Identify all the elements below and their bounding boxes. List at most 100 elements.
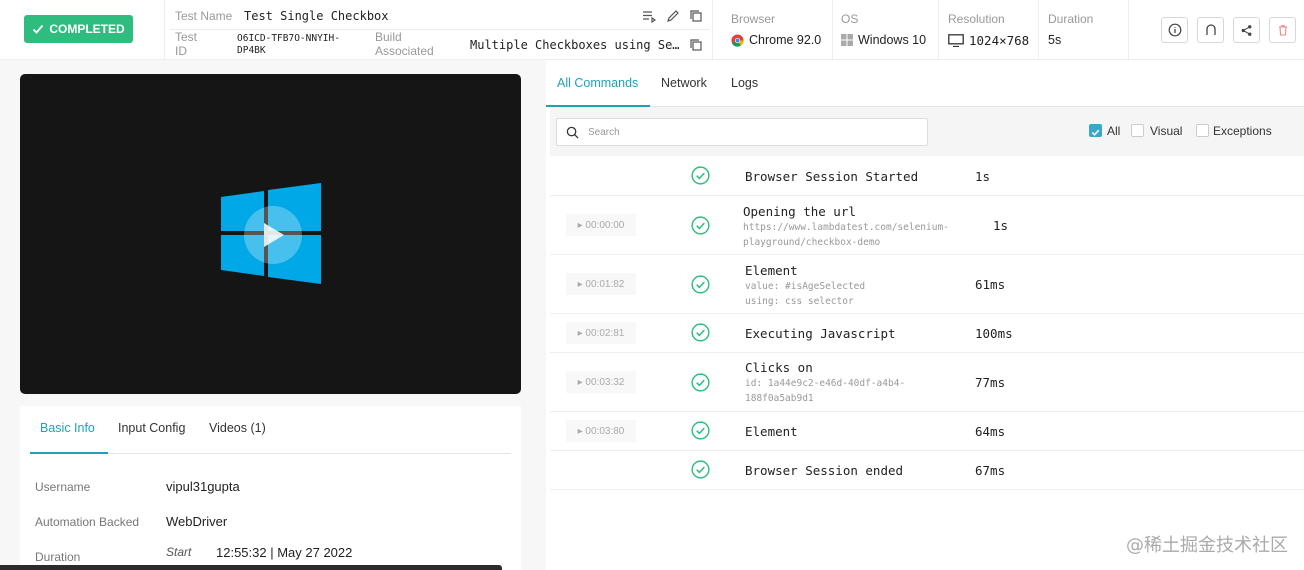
delete-button[interactable] <box>1269 17 1296 43</box>
username-label: Username <box>35 480 91 494</box>
test-id-label: Test ID <box>175 30 198 58</box>
tab-network[interactable]: Network <box>661 76 707 90</box>
filter-all-label: All <box>1107 124 1121 138</box>
tab-videos[interactable]: Videos (1) <box>209 421 266 435</box>
browser-info: Browser Chrome 92.0 <box>713 0 832 60</box>
edit-list-icon[interactable] <box>642 9 656 23</box>
command-row[interactable]: ▸ 00:03:80 Element 64ms <box>550 412 1304 451</box>
tab-logs[interactable]: Logs <box>731 76 758 90</box>
command-title: Opening the url <box>743 204 856 219</box>
automation-label: Automation Backed <box>35 515 140 529</box>
command-duration: 61ms <box>975 277 1006 292</box>
success-check-icon <box>691 216 710 235</box>
resolution-info: Resolution 1024×768 <box>930 0 1038 60</box>
timestamp-button[interactable]: ▸ 00:03:80 <box>566 420 636 442</box>
start-label: Start <box>166 545 192 559</box>
command-detail: id: 1a44e9c2-e46d-40df-a4b4- 188f0a5ab9d… <box>745 378 906 404</box>
command-row[interactable]: ▸ 00:01:82 Element value: #isAgeSelected… <box>550 255 1304 314</box>
test-name-value: Test Single Checkbox <box>244 9 389 23</box>
monitor-icon <box>948 34 964 47</box>
command-detail: https://www.lambdatest.com/selenium- pla… <box>743 222 949 248</box>
watermark: @稀土掘金技术社区 <box>1126 535 1288 556</box>
command-duration: 1s <box>993 218 1009 233</box>
duration-label: Duration <box>1048 12 1094 26</box>
filter-all-checkbox[interactable] <box>1089 124 1102 137</box>
test-id-value: O6ICD-TFB7O-NNYIH- DP4BK <box>237 33 340 56</box>
play-button[interactable] <box>244 206 302 264</box>
timestamp-button[interactable]: ▸ 00:00:00 <box>566 214 636 236</box>
success-check-icon <box>691 275 710 294</box>
share-icon <box>1241 24 1252 36</box>
command-detail: value: #isAgeSelected using: css selecto… <box>745 281 866 307</box>
command-duration: 77ms <box>975 375 1006 390</box>
tab-basic-info[interactable]: Basic Info <box>40 421 95 435</box>
start-value: 12:55:32 | May 27 2022 <box>216 545 353 560</box>
build-value[interactable]: Multiple Checkboxes using Se… <box>470 38 680 52</box>
active-tab-indicator <box>30 452 108 454</box>
check-icon <box>33 24 44 34</box>
filter-visual-label: Visual <box>1150 124 1183 138</box>
search-placeholder: Search <box>588 127 620 138</box>
play-icon <box>264 223 284 247</box>
username-value: vipul31gupta <box>166 479 240 494</box>
video-player[interactable] <box>20 74 521 394</box>
filter-exceptions-checkbox[interactable] <box>1196 124 1209 137</box>
command-duration: 100ms <box>975 326 1013 341</box>
command-row[interactable]: ▸ 00:02:81 Executing Javascript 100ms <box>550 314 1304 353</box>
tab-all-commands[interactable]: All Commands <box>557 76 638 90</box>
info-panel: Basic Info Input Config Videos (1) Usern… <box>20 406 521 570</box>
browser-value: Chrome 92.0 <box>749 33 822 47</box>
success-check-icon <box>691 323 710 342</box>
windows-icon <box>841 34 853 46</box>
horizontal-scrollbar[interactable] <box>0 565 502 570</box>
command-row[interactable]: Browser Session ended 67ms <box>550 451 1304 490</box>
info-tabs: Basic Info Input Config Videos (1) <box>30 406 511 454</box>
search-input[interactable]: Search <box>556 118 928 146</box>
filter-bar: Search All Visual Exceptions <box>550 107 1304 156</box>
os-info: OS Windows 10 <box>823 0 938 60</box>
success-check-icon <box>691 460 710 479</box>
success-check-icon <box>691 373 710 392</box>
command-duration: 64ms <box>975 424 1006 439</box>
duration-info: Duration 5s <box>1030 0 1128 60</box>
duration-value: 5s <box>1048 33 1062 47</box>
command-title: Executing Javascript <box>745 326 896 341</box>
right-panel: All Commands Network Logs Search All Vis… <box>546 60 1304 570</box>
resolution-label: Resolution <box>948 12 1005 26</box>
timestamp-button[interactable]: ▸ 00:02:81 <box>566 322 636 344</box>
timestamp-button[interactable]: ▸ 00:01:82 <box>566 273 636 295</box>
command-tabs: All Commands Network Logs <box>546 60 1304 107</box>
checkmark-icon <box>1091 129 1100 136</box>
command-row[interactable]: Browser Session Started 1s <box>550 156 1304 196</box>
chrome-icon <box>731 33 744 47</box>
copy-build-icon[interactable] <box>689 38 703 52</box>
resolution-value: 1024×768 <box>969 33 1030 48</box>
build-label: Build Associated <box>375 30 434 58</box>
command-title: Element <box>745 424 798 439</box>
os-value: Windows 10 <box>858 33 927 47</box>
command-title: Element <box>745 263 798 278</box>
command-title: Clicks on <box>745 360 813 375</box>
left-panel: Basic Info Input Config Videos (1) Usern… <box>0 60 546 570</box>
tab-input-config[interactable]: Input Config <box>118 421 185 435</box>
timestamp-button[interactable]: ▸ 00:03:32 <box>566 371 636 393</box>
test-header: COMPLETED Test Name Test Single Checkbox… <box>0 0 1304 60</box>
command-row[interactable]: ▸ 00:00:00 Opening the url https://www.l… <box>550 196 1304 255</box>
info-button[interactable] <box>1161 17 1188 43</box>
filter-visual-checkbox[interactable] <box>1131 124 1144 137</box>
os-label: OS <box>841 12 859 26</box>
command-duration: 1s <box>975 169 991 184</box>
command-duration: 67ms <box>975 463 1006 478</box>
success-check-icon <box>691 421 710 440</box>
issue-tracker-button[interactable] <box>1197 17 1224 43</box>
magnet-icon <box>1205 24 1216 35</box>
command-title: Browser Session Started <box>745 169 919 184</box>
duration-row-label: Duration <box>35 550 81 564</box>
search-icon <box>566 126 579 139</box>
share-button[interactable] <box>1233 17 1260 43</box>
status-badge: COMPLETED <box>24 15 133 43</box>
automation-value: WebDriver <box>166 514 228 529</box>
command-row[interactable]: ▸ 00:03:32 Clicks on id: 1a44e9c2-e46d-4… <box>550 353 1304 412</box>
copy-name-icon[interactable] <box>689 9 703 23</box>
pencil-icon[interactable] <box>666 9 680 23</box>
